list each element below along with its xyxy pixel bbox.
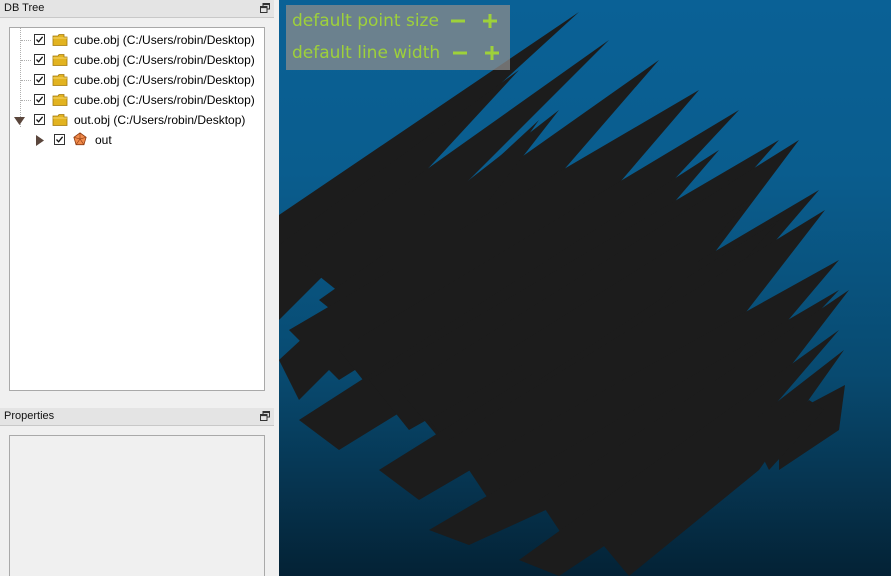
tree-item-label: out.obj (C:/Users/robin/Desktop): [74, 113, 246, 127]
expand-arrow-icon[interactable]: [36, 135, 44, 146]
properties-panel[interactable]: [9, 435, 265, 576]
line-width-decrease-icon[interactable]: [452, 45, 468, 61]
visibility-checkbox[interactable]: [34, 54, 45, 65]
mesh-render: [279, 12, 849, 576]
folder-icon: [52, 54, 68, 66]
line-width-increase-icon[interactable]: [484, 45, 500, 61]
mesh-icon: [73, 132, 87, 146]
db-tree-title-bar: DB Tree: [0, 0, 274, 18]
undock-icon[interactable]: [260, 411, 270, 421]
point-size-increase-icon[interactable]: [482, 13, 498, 29]
folder-icon: [52, 94, 68, 106]
properties-title: Properties: [4, 410, 55, 422]
properties-title-bar: Properties: [0, 408, 274, 426]
visibility-checkbox[interactable]: [34, 114, 45, 125]
db-tree-title: DB Tree: [4, 2, 45, 14]
line-width-label: default line width: [292, 43, 441, 63]
tree-item-out-mesh[interactable]: out: [10, 130, 264, 150]
tree-item-cube-2[interactable]: cube.obj (C:/Users/robin/Desktop): [10, 50, 264, 70]
tree-item-label: cube.obj (C:/Users/robin/Desktop): [74, 33, 255, 47]
point-size-decrease-icon[interactable]: [450, 13, 466, 29]
3d-viewport[interactable]: default point size default line width: [279, 0, 891, 576]
tree-item-label: cube.obj (C:/Users/robin/Desktop): [74, 53, 255, 67]
tree-item-label: cube.obj (C:/Users/robin/Desktop): [74, 93, 255, 107]
app-window: DB Tree cube.obj (C:/Users/robin/Desktop…: [0, 0, 891, 576]
visibility-checkbox[interactable]: [34, 34, 45, 45]
tree-item-cube-4[interactable]: cube.obj (C:/Users/robin/Desktop): [10, 90, 264, 110]
display-options-overlay: default point size default line width: [286, 5, 510, 70]
visibility-checkbox[interactable]: [54, 134, 65, 145]
undock-icon[interactable]: [260, 3, 270, 13]
tree-item-cube-3[interactable]: cube.obj (C:/Users/robin/Desktop): [10, 70, 264, 90]
folder-icon: [52, 74, 68, 86]
visibility-checkbox[interactable]: [34, 94, 45, 105]
tree-item-cube-1[interactable]: cube.obj (C:/Users/robin/Desktop): [10, 30, 264, 50]
folder-icon: [52, 114, 68, 126]
db-tree-panel[interactable]: cube.obj (C:/Users/robin/Desktop) cube.o…: [9, 27, 265, 391]
visibility-checkbox[interactable]: [34, 74, 45, 85]
tree-item-label: out: [95, 133, 112, 147]
tree-item-label: cube.obj (C:/Users/robin/Desktop): [74, 73, 255, 87]
collapse-arrow-icon[interactable]: [14, 117, 25, 125]
point-size-label: default point size: [292, 11, 439, 31]
tree-item-out-obj[interactable]: out.obj (C:/Users/robin/Desktop): [10, 110, 264, 130]
folder-icon: [52, 34, 68, 46]
